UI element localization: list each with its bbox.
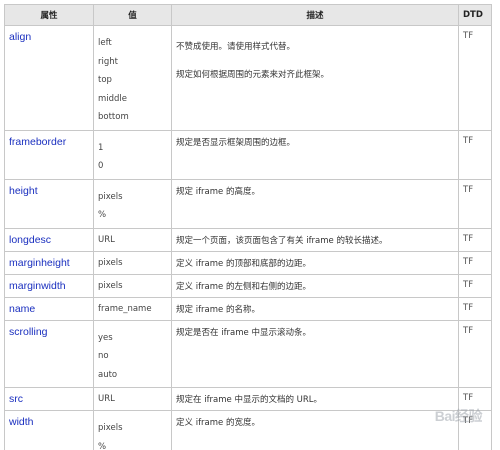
iframe-attributes-table: 属性 值 描述 DTD align left right top middle … bbox=[4, 4, 492, 450]
value-item: no bbox=[98, 351, 109, 361]
value-item: yes bbox=[98, 332, 113, 343]
table-row: frameborder 1 0 规定是否显示框架周围的边框。 TF bbox=[4, 129, 492, 180]
header-value: 值 bbox=[93, 4, 172, 26]
table-row: marginheight pixels 定义 iframe 的顶部和底部的边距。… bbox=[4, 250, 492, 275]
table-row: width pixels % 定义 iframe 的宽度。 TF bbox=[4, 410, 492, 450]
value-item: % bbox=[98, 210, 107, 220]
table-row: align left right top middle bottom 不赞成使用… bbox=[4, 25, 492, 131]
value-item: middle bbox=[98, 93, 128, 104]
attribute-dtd: TF bbox=[458, 387, 492, 411]
attribute-name-link[interactable]: marginwidth bbox=[4, 273, 94, 298]
header-dtd: DTD bbox=[458, 4, 492, 26]
attribute-dtd: TF bbox=[458, 250, 492, 275]
attribute-name-link[interactable]: width bbox=[4, 410, 94, 450]
table-row: height pixels % 规定 iframe 的高度。 TF bbox=[4, 178, 492, 229]
value-item: bottom bbox=[98, 112, 129, 122]
attribute-name-link[interactable]: scrolling bbox=[4, 319, 94, 388]
table-header-row: 属性 值 描述 DTD bbox=[4, 4, 492, 26]
value-item: top bbox=[98, 75, 112, 85]
table-row: marginwidth pixels 定义 iframe 的左侧和右侧的边距。 … bbox=[4, 273, 492, 298]
attribute-values: pixels % bbox=[93, 178, 172, 229]
description-line: 规定一个页面，该页面包含了有关 iframe 的较长描述。 bbox=[176, 235, 388, 246]
attribute-values: 1 0 bbox=[93, 129, 172, 180]
value-item: right bbox=[98, 56, 118, 67]
attribute-dtd: TF bbox=[458, 296, 492, 321]
attribute-description: 规定一个页面，该页面包含了有关 iframe 的较长描述。 bbox=[171, 227, 459, 252]
value-item: frame_name bbox=[98, 303, 152, 314]
attribute-values: pixels % bbox=[93, 410, 172, 450]
attribute-name-link[interactable]: longdesc bbox=[4, 227, 94, 252]
table-row: longdesc URL 规定一个页面，该页面包含了有关 iframe 的较长描… bbox=[4, 227, 492, 252]
attribute-values: pixels bbox=[93, 273, 172, 298]
attribute-description: 规定在 iframe 中显示的文档的 URL。 bbox=[171, 387, 459, 411]
description-line: 定义 iframe 的左侧和右侧的边距。 bbox=[176, 281, 311, 292]
attribute-values: URL bbox=[93, 387, 172, 411]
value-item: left bbox=[98, 38, 112, 48]
attribute-description: 规定 iframe 的高度。 bbox=[171, 178, 459, 229]
attribute-values: frame_name bbox=[93, 296, 172, 321]
description-line: 规定 iframe 的高度。 bbox=[176, 186, 260, 197]
attribute-description: 定义 iframe 的顶部和底部的边距。 bbox=[171, 250, 459, 275]
value-item: pixels bbox=[98, 280, 123, 291]
header-description: 描述 bbox=[171, 4, 459, 26]
description-line: 定义 iframe 的宽度。 bbox=[176, 418, 260, 428]
attribute-description: 规定 iframe 的名称。 bbox=[171, 296, 459, 321]
attribute-name-link[interactable]: align bbox=[4, 25, 94, 131]
attribute-description: 规定是否在 iframe 中显示滚动条。 bbox=[171, 319, 459, 388]
value-item: 1 bbox=[98, 142, 104, 153]
attribute-dtd: TF bbox=[458, 273, 492, 298]
attribute-values: yes no auto bbox=[93, 319, 172, 388]
attribute-dtd: TF bbox=[458, 178, 492, 229]
attribute-dtd: TF bbox=[458, 319, 492, 388]
attribute-values: URL bbox=[93, 227, 172, 252]
value-item: auto bbox=[98, 369, 118, 380]
value-item: URL bbox=[98, 394, 115, 404]
value-item: URL bbox=[98, 234, 115, 245]
attribute-description: 不赞成使用。请使用样式代替。 规定如何根据周围的元素来对齐此框架。 bbox=[171, 25, 459, 131]
table-row: src URL 规定在 iframe 中显示的文档的 URL。 TF bbox=[4, 387, 492, 411]
description-line: 规定如何根据周围的元素来对齐此框架。 bbox=[176, 70, 330, 80]
attribute-name-link[interactable]: height bbox=[4, 178, 94, 229]
page: 属性 值 描述 DTD align left right top middle … bbox=[0, 0, 500, 450]
attribute-dtd: TF bbox=[458, 410, 492, 450]
value-item: % bbox=[98, 441, 107, 450]
description-line: 不赞成使用。请使用样式代替。 bbox=[176, 42, 296, 52]
description-line: 规定在 iframe 中显示的文档的 URL。 bbox=[176, 395, 323, 405]
value-item: 0 bbox=[98, 161, 104, 171]
attribute-values: pixels bbox=[93, 250, 172, 275]
value-item: pixels bbox=[98, 191, 123, 202]
value-item: pixels bbox=[98, 423, 123, 433]
attribute-description: 定义 iframe 的宽度。 bbox=[171, 410, 459, 450]
attribute-values: left right top middle bottom bbox=[93, 25, 172, 131]
attribute-dtd: TF bbox=[458, 227, 492, 252]
table-row: name frame_name 规定 iframe 的名称。 TF bbox=[4, 296, 492, 321]
table-row: scrolling yes no auto 规定是否在 iframe 中显示滚动… bbox=[4, 319, 492, 388]
description-line: 规定是否在 iframe 中显示滚动条。 bbox=[176, 327, 311, 338]
description-line: 规定是否显示框架周围的边框。 bbox=[176, 137, 296, 148]
attribute-name-link[interactable]: src bbox=[4, 387, 94, 411]
value-item: pixels bbox=[98, 257, 123, 268]
header-attribute: 属性 bbox=[4, 4, 94, 26]
attribute-dtd: TF bbox=[458, 25, 492, 131]
attribute-name-link[interactable]: marginheight bbox=[4, 250, 94, 275]
attribute-name-link[interactable]: frameborder bbox=[4, 129, 94, 180]
attribute-description: 定义 iframe 的左侧和右侧的边距。 bbox=[171, 273, 459, 298]
attribute-description: 规定是否显示框架周围的边框。 bbox=[171, 129, 459, 180]
description-line: 规定 iframe 的名称。 bbox=[176, 304, 260, 315]
attribute-dtd: TF bbox=[458, 129, 492, 180]
attribute-name-link[interactable]: name bbox=[4, 296, 94, 321]
description-line: 定义 iframe 的顶部和底部的边距。 bbox=[176, 258, 311, 269]
